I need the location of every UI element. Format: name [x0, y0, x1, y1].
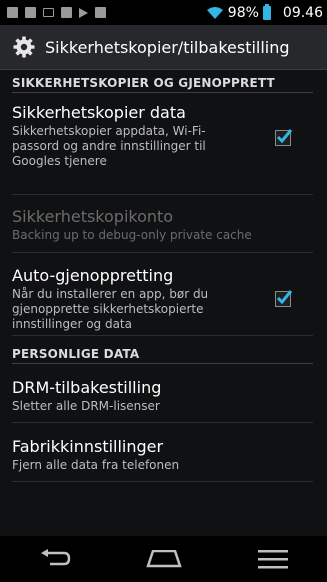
- pref-summary: Sikkerhetskopier appdata, Wi-Fi-passord …: [12, 124, 206, 168]
- notification-icons: [0, 7, 106, 18]
- backup-data-checkbox[interactable]: [275, 129, 293, 146]
- checkmark-icon: [276, 129, 293, 144]
- battery-icon: [262, 3, 271, 20]
- clock: 09.46: [282, 4, 323, 21]
- pref-summary: Når du installerer en app, bør du gjenop…: [12, 287, 209, 331]
- pref-backup-data[interactable]: Sikkerhetskopier data Sikkerhetskopier a…: [12, 93, 313, 195]
- gallery-icon: [95, 7, 106, 18]
- calendar-icon: [61, 7, 72, 18]
- back-arrow-icon: [40, 549, 70, 566]
- pref-backup-account: Sikkerhetskopikonto Backing up to debug-…: [12, 195, 313, 253]
- pref-summary: Sletter alle DRM-lisenser: [12, 399, 160, 413]
- pref-summary: Backing up to debug-only private cache: [12, 228, 252, 242]
- battery-percent: 98%: [227, 4, 259, 21]
- pref-factory-reset[interactable]: Fabrikkinnstillinger Fjern alle data fra…: [12, 423, 313, 482]
- menu-icon: [257, 550, 288, 569]
- sim-icon: [7, 7, 18, 18]
- menu-button[interactable]: [253, 544, 293, 574]
- pref-title: Auto-gjenoppretting: [12, 266, 174, 285]
- home-button[interactable]: [144, 544, 184, 574]
- settings-list: SIKKERHETSKOPIER OG GJENOPPRETT Sikkerhe…: [12, 70, 313, 482]
- checkmark-icon: [276, 290, 293, 305]
- status-bar: 98% 09.46: [0, 0, 327, 25]
- section-header-personal: PERSONLIGE DATA: [12, 336, 313, 364]
- play-store-icon: [79, 7, 88, 18]
- section-header-backup: SIKKERHETSKOPIER OG GJENOPPRETT: [12, 70, 313, 93]
- back-button[interactable]: [35, 544, 75, 574]
- settings-gear-icon[interactable]: [12, 35, 36, 59]
- home-icon: [145, 550, 182, 568]
- wifi-icon: [206, 6, 223, 19]
- system-icons: 98% 09.46: [206, 0, 323, 25]
- pref-title: Sikkerhetskopikonto: [12, 207, 174, 226]
- mail-icon: [43, 8, 54, 17]
- pref-auto-restore[interactable]: Auto-gjenoppretting Når du installerer e…: [12, 253, 313, 336]
- navigation-bar: [0, 536, 327, 582]
- pref-title: Sikkerhetskopier data: [12, 103, 186, 122]
- auto-restore-checkbox[interactable]: [275, 290, 293, 307]
- image-icon: [25, 7, 36, 18]
- page-title: Sikkerhetskopier/tilbakestilling: [45, 37, 290, 57]
- pref-title: Fabrikkinnstillinger: [12, 437, 164, 456]
- pref-title: DRM-tilbakestilling: [12, 378, 162, 397]
- pref-drm-reset[interactable]: DRM-tilbakestilling Sletter alle DRM-lis…: [12, 364, 313, 423]
- action-bar: Sikkerhetskopier/tilbakestilling: [0, 25, 327, 70]
- pref-summary: Fjern alle data fra telefonen: [12, 458, 180, 472]
